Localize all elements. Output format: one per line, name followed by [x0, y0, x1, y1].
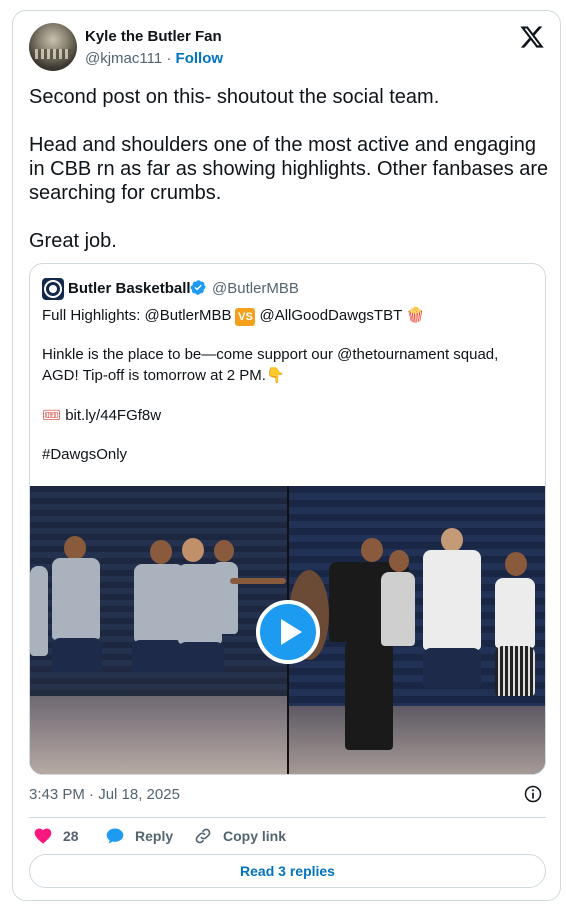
team-photo-right: [289, 486, 545, 774]
butler-logo-avatar[interactable]: [42, 278, 64, 300]
divider: [29, 817, 546, 818]
post-timestamp[interactable]: 3:43 PM · Jul 18, 2025: [29, 786, 180, 803]
post-paragraph: Head and shoulders one of the most activ…: [29, 134, 549, 204]
play-button[interactable]: [256, 600, 320, 664]
link-icon: [195, 828, 211, 844]
handle-separator: ·: [166, 50, 172, 67]
play-icon: [280, 619, 302, 645]
author-name[interactable]: Kyle the Butler Fan: [85, 28, 222, 45]
copy-link-button[interactable]: Copy link: [193, 826, 286, 846]
quoted-link[interactable]: bit.ly/44FGf8w: [65, 407, 161, 424]
ticket-icon: 🎟: [42, 406, 62, 424]
vs-badge: VS: [235, 308, 256, 326]
quoted-hashtag[interactable]: #DawgsOnly: [42, 445, 537, 465]
quoted-line3-text: AGD! Tip-off is tomorrow at 2 PM.: [42, 367, 266, 384]
video-thumbnail[interactable]: [30, 486, 545, 774]
copy-link-label: Copy link: [223, 828, 287, 844]
x-logo-icon[interactable]: [519, 24, 545, 50]
read-replies-button[interactable]: Read 3 replies: [29, 854, 546, 888]
team-photo-left: [30, 486, 287, 774]
popcorn-icon: 🍿: [406, 306, 425, 324]
reply-bubble-icon: [106, 828, 124, 844]
reply-button[interactable]: Reply: [105, 826, 173, 846]
pointing-down-icon: 👇: [265, 366, 285, 384]
quoted-text: Full Highlights: @ButlerMBB VS @AllGoodDaw…: [42, 305, 537, 465]
tweet-card: Kyle the Butler Fan @kjmac111 · Follow S…: [12, 10, 561, 901]
follow-link[interactable]: Follow: [176, 50, 224, 67]
quoted-author-name: Butler Basketball: [68, 280, 191, 297]
author-handle[interactable]: @kjmac111: [85, 50, 162, 67]
author-handle-row: @kjmac111 · Follow: [85, 50, 223, 67]
quoted-line1-suffix: @AllGoodDawgsTBT: [259, 307, 402, 324]
verified-badge-icon: [190, 280, 206, 295]
heart-icon: [34, 828, 52, 844]
reply-label: Reply: [135, 828, 174, 844]
quoted-line-1: Full Highlights: @ButlerMBB VS @AllGoodDaw…: [42, 305, 537, 326]
info-icon[interactable]: [523, 784, 543, 804]
quoted-line-2: Hinkle is the place to be—come support o…: [42, 346, 499, 363]
quoted-line1-prefix: Full Highlights: @ButlerMBB: [42, 307, 232, 324]
post-paragraph: Great job.: [29, 230, 117, 252]
quoted-link-line: 🎟 bit.ly/44FGf8w: [42, 405, 537, 425]
like-button[interactable]: 28: [33, 826, 79, 846]
like-count: 28: [63, 828, 79, 844]
post-paragraph: Second post on this- shoutout the social…: [29, 86, 440, 108]
post-text: Second post on this- shoutout the social…: [29, 85, 549, 277]
quoted-tweet[interactable]: Butler Basketball @ButlerMBB Full Highli…: [29, 263, 546, 775]
quoted-line-3: AGD! Tip-off is tomorrow at 2 PM.👇: [42, 365, 537, 385]
avatar[interactable]: [29, 23, 77, 71]
quoted-author-handle: @ButlerMBB: [212, 280, 299, 297]
